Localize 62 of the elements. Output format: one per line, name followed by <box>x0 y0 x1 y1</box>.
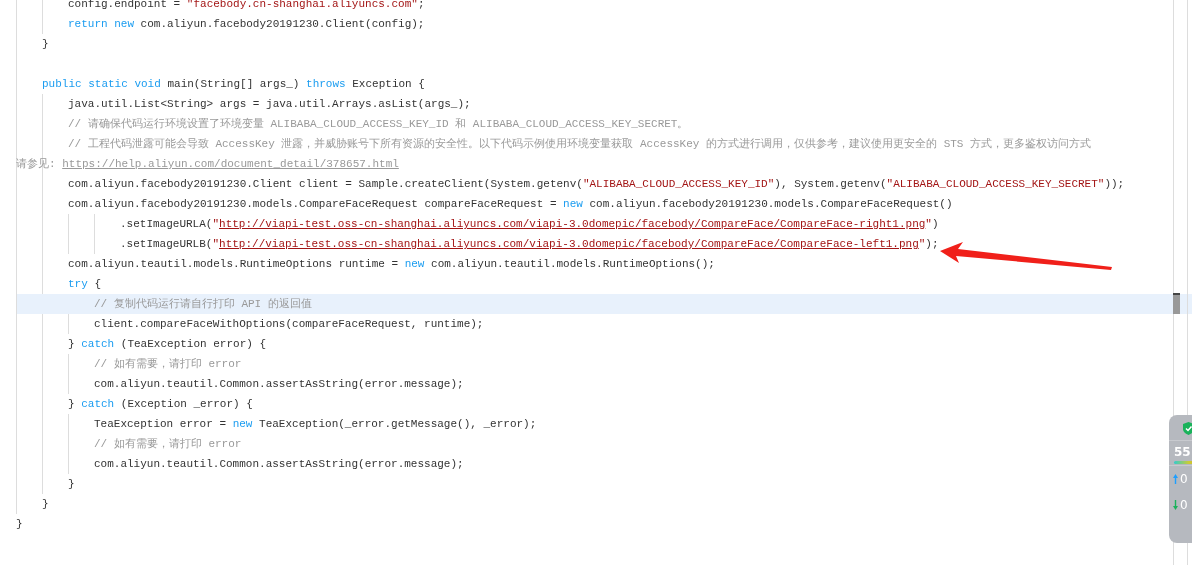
scrollbar[interactable] <box>1173 293 1180 314</box>
code-text: } <box>68 478 75 490</box>
code-text: " <box>212 238 220 250</box>
code-text: ) <box>931 218 939 230</box>
code-text: } <box>42 38 49 50</box>
code-text: com.aliyun.teautil.Common.assertAsString(error.message); <box>94 458 464 470</box>
code-text: } <box>68 338 76 350</box>
code-text: throws <box>306 78 346 90</box>
code-text: )); <box>1104 178 1125 190</box>
upload-speed: 0 <box>1180 472 1188 486</box>
code-text: com.aliyun.facebody20191230.models.CompareFaceRequest compareFaceRequest = <box>68 198 558 210</box>
code-comment: // 请确保代码运行环境设置了环境变量 ALIBABA_CLOUD_ACCESS_KEY_ID 和 ALIBABA_CLOUD_ACCESS_KEY_SECRET。 <box>68 118 689 130</box>
code-comment: // 工程代码泄露可能会导致 AccessKey 泄露，并威胁账号下所有资源的安全性。以下代码示例使用环境变量获取 AccessKey 的方式进行调用，仅供参考，建议使用更安全的 STS 方式，更多鉴权访问方式 <box>68 138 1092 150</box>
code-text: com.aliyun.teautil.Common.assertAsString(error.message); <box>94 378 464 390</box>
code-text: { <box>93 278 101 290</box>
link[interactable]: http://viapi-test.oss-cn-shanghai.aliyuncs.com/viapi-3.0domepic/facebody/CompareFace/CompareFace-left1.png <box>219 238 919 250</box>
code-text: new <box>232 418 253 430</box>
code-text: return new <box>68 18 134 30</box>
code-text: .setImageURLB( <box>120 238 213 250</box>
code-comment: // 复制代码运行请自行打印 API 的返回值 <box>94 298 312 310</box>
code-text: client.compareFaceWithOptions(compareFaceRequest, runtime); <box>94 318 484 330</box>
code-text: ); <box>925 238 939 250</box>
code-text: "ALIBABA_CLOUD_ACCESS_KEY_SECRET" <box>886 178 1105 190</box>
code-text: Exception { <box>351 78 425 90</box>
code-text: TeaException(_error.getMessage(), _error); <box>258 418 537 430</box>
code-text: com.aliyun.facebody20191230.models.CompareFaceRequest() <box>588 198 953 210</box>
upload-arrow-icon <box>1173 474 1178 484</box>
code-text: } <box>42 498 49 510</box>
code-comment: // 如有需要，请打印 error <box>94 438 242 450</box>
code-text: } <box>68 398 76 410</box>
code-text: " <box>212 218 220 230</box>
code-text: } <box>16 518 23 530</box>
code-text: com.aliyun.facebody20191230.Client(config); <box>139 18 425 30</box>
code-text: " <box>918 238 926 250</box>
code-text: TeaException error = <box>94 418 228 430</box>
code-text: new <box>404 258 425 270</box>
code-text: main(String[] args_) <box>166 78 301 90</box>
code-text: public static void <box>42 78 161 90</box>
code-text: com.aliyun.teautil.models.RuntimeOptions runtime = <box>68 258 400 270</box>
code-comment: // 如有需要，请打印 error <box>94 358 242 370</box>
shield-icon <box>1183 422 1192 435</box>
code-text: .setImageURLA( <box>120 218 213 230</box>
code-text: catch <box>81 398 115 410</box>
code-text: com.aliyun.teautil.models.RuntimeOptions(); <box>430 258 715 270</box>
code-text: config.endpoint = <box>68 0 182 10</box>
code-text: ; <box>417 0 425 10</box>
code-text: java.util.List<String> args = java.util.Arrays.asList(args_); <box>68 98 471 110</box>
score-text: 55 <box>1174 444 1191 461</box>
code-text: "ALIBABA_CLOUD_ACCESS_KEY_ID" <box>582 178 775 190</box>
code-text: catch <box>81 338 115 350</box>
code-text: ), System.getenv( <box>774 178 887 190</box>
code-comment: 请参见: <box>16 158 57 170</box>
download-arrow-icon <box>1173 500 1178 510</box>
code-text: com.aliyun.facebody20191230.Client client = Sample.createClient(System.getenv( <box>68 178 583 190</box>
link[interactable]: http://viapi-test.oss-cn-shanghai.aliyuncs.com/viapi-3.0domepic/facebody/CompareFace/CompareFace-right1.png <box>219 218 926 230</box>
code-text: " <box>925 218 932 230</box>
code-text: (Exception _error) { <box>119 398 253 410</box>
code-text: (TeaException error) { <box>119 338 267 350</box>
code-text: "facebody.cn-shanghai.aliyuncs.com" <box>186 0 418 10</box>
code-text: new <box>563 198 583 210</box>
code-text: try <box>68 278 88 290</box>
download-speed: 0 <box>1180 498 1188 512</box>
